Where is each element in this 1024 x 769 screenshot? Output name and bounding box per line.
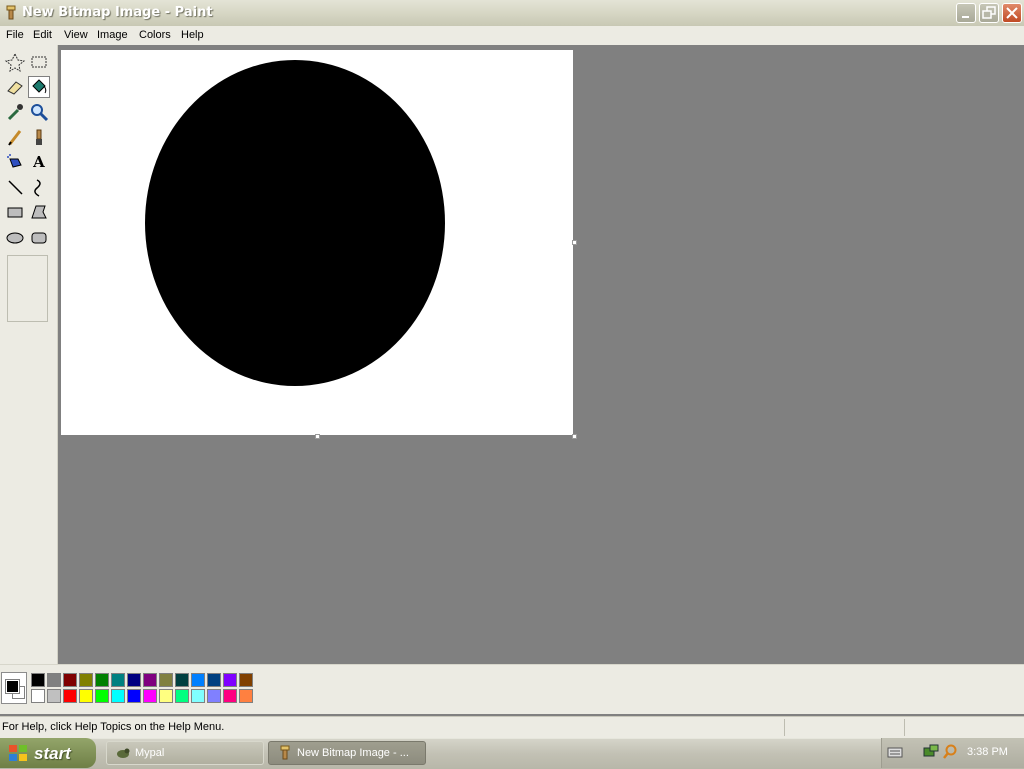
rectangle-tool[interactable] [4, 201, 26, 223]
network-icon[interactable] [922, 744, 940, 760]
palette-swatch[interactable] [127, 689, 141, 703]
brush-icon [36, 129, 42, 145]
rectangle-icon [7, 207, 23, 218]
rounded-rect-icon [31, 232, 47, 244]
star-select-icon [4, 52, 26, 72]
tool-options-box[interactable] [7, 255, 48, 322]
resize-handle-corner[interactable] [572, 434, 577, 439]
menu-file[interactable]: File [6, 29, 24, 41]
palette-swatch[interactable] [31, 689, 45, 703]
taskbar-item-label: Mypal [135, 747, 165, 759]
polygon-icon [31, 205, 47, 219]
pick-color-tool[interactable] [4, 101, 26, 123]
eraser-tool[interactable] [4, 76, 26, 98]
palette-swatch[interactable] [191, 673, 205, 687]
minimize-icon [962, 16, 969, 18]
restore-icon [982, 6, 996, 19]
paint-bucket-icon [32, 79, 47, 94]
palette-swatch[interactable] [95, 689, 109, 703]
eraser-icon [7, 81, 23, 95]
curve-tool[interactable] [28, 176, 50, 198]
status-text: For Help, click Help Topics on the Help … [2, 721, 225, 733]
resize-handle-right[interactable] [572, 240, 577, 245]
palette-swatch[interactable] [127, 673, 141, 687]
clock: 3:38 PM [967, 746, 1008, 758]
window-title: New Bitmap Image - Paint [22, 5, 213, 20]
text-icon: A [33, 153, 45, 171]
menu-view[interactable]: View [64, 29, 88, 41]
palette-swatch[interactable] [79, 689, 93, 703]
menu-help[interactable]: Help [181, 29, 204, 41]
close-button[interactable] [1002, 3, 1022, 23]
magnifier-tool[interactable] [28, 101, 50, 123]
windows-logo-icon [9, 745, 27, 761]
ellipse-tool[interactable] [4, 226, 26, 248]
palette-swatch[interactable] [63, 673, 77, 687]
airbrush-tool[interactable] [4, 151, 26, 173]
airbrush-icon [7, 154, 22, 168]
palette-swatch[interactable] [223, 689, 237, 703]
polygon-tool[interactable] [28, 201, 50, 223]
palette-swatch[interactable] [239, 673, 253, 687]
palette-swatch[interactable] [207, 673, 221, 687]
palette-swatch[interactable] [31, 673, 45, 687]
palette-swatch[interactable] [159, 673, 173, 687]
pencil-icon [8, 130, 22, 146]
line-tool[interactable] [4, 176, 26, 198]
free-form-select-tool[interactable] [4, 51, 26, 73]
minimize-button[interactable] [956, 3, 976, 23]
search-icon[interactable] [942, 744, 958, 760]
taskbar-item-paint[interactable]: New Bitmap Image - ... [268, 741, 426, 765]
select-tool[interactable] [28, 51, 50, 73]
eyedropper-icon [7, 104, 23, 121]
brush-tool[interactable] [28, 126, 50, 148]
magnifier-icon [31, 104, 49, 122]
palette-swatch[interactable] [47, 673, 61, 687]
taskbar-item-mypal[interactable]: Mypal [106, 741, 264, 765]
rect-select-icon [31, 56, 47, 68]
palette-swatch[interactable] [207, 689, 221, 703]
pencil-tool[interactable] [4, 126, 26, 148]
status-divider [784, 719, 785, 736]
palette-swatch[interactable] [239, 689, 253, 703]
palette-swatch[interactable] [143, 673, 157, 687]
close-icon [1006, 7, 1018, 19]
palette-swatch[interactable] [63, 689, 77, 703]
rounded-rectangle-tool[interactable] [28, 226, 50, 248]
palette-swatch[interactable] [111, 689, 125, 703]
palette-swatch[interactable] [79, 673, 93, 687]
taskbar-item-label: New Bitmap Image - ... [297, 747, 409, 759]
palette-swatch[interactable] [159, 689, 173, 703]
paint-app-icon [6, 5, 16, 20]
palette-swatch[interactable] [191, 689, 205, 703]
menu-colors[interactable]: Colors [139, 29, 171, 41]
palette-swatch[interactable] [175, 673, 189, 687]
palette-swatch[interactable] [111, 673, 125, 687]
palette-swatch[interactable] [143, 689, 157, 703]
ellipse-icon [6, 232, 24, 244]
canvas-drawing [145, 60, 445, 386]
mypal-icon [117, 748, 130, 758]
curve-icon [34, 179, 41, 197]
line-icon [8, 180, 23, 195]
fill-tool[interactable] [28, 76, 50, 98]
resize-handle-bottom[interactable] [315, 434, 320, 439]
paint-app-icon [280, 745, 290, 760]
palette-swatch[interactable] [175, 689, 189, 703]
restore-button[interactable] [979, 3, 999, 23]
black-ellipse-shape [145, 60, 445, 386]
menu-image[interactable]: Image [97, 29, 128, 41]
text-tool[interactable]: A [28, 151, 50, 173]
palette-swatch[interactable] [47, 689, 61, 703]
palette-swatch[interactable] [95, 673, 109, 687]
foreground-color-swatch [5, 679, 20, 694]
keyboard-icon[interactable] [887, 745, 903, 759]
status-divider [904, 719, 905, 736]
palette-swatch[interactable] [223, 673, 237, 687]
menu-edit[interactable]: Edit [33, 29, 52, 41]
start-label: start [34, 744, 71, 763]
drawing-canvas[interactable] [61, 50, 573, 435]
